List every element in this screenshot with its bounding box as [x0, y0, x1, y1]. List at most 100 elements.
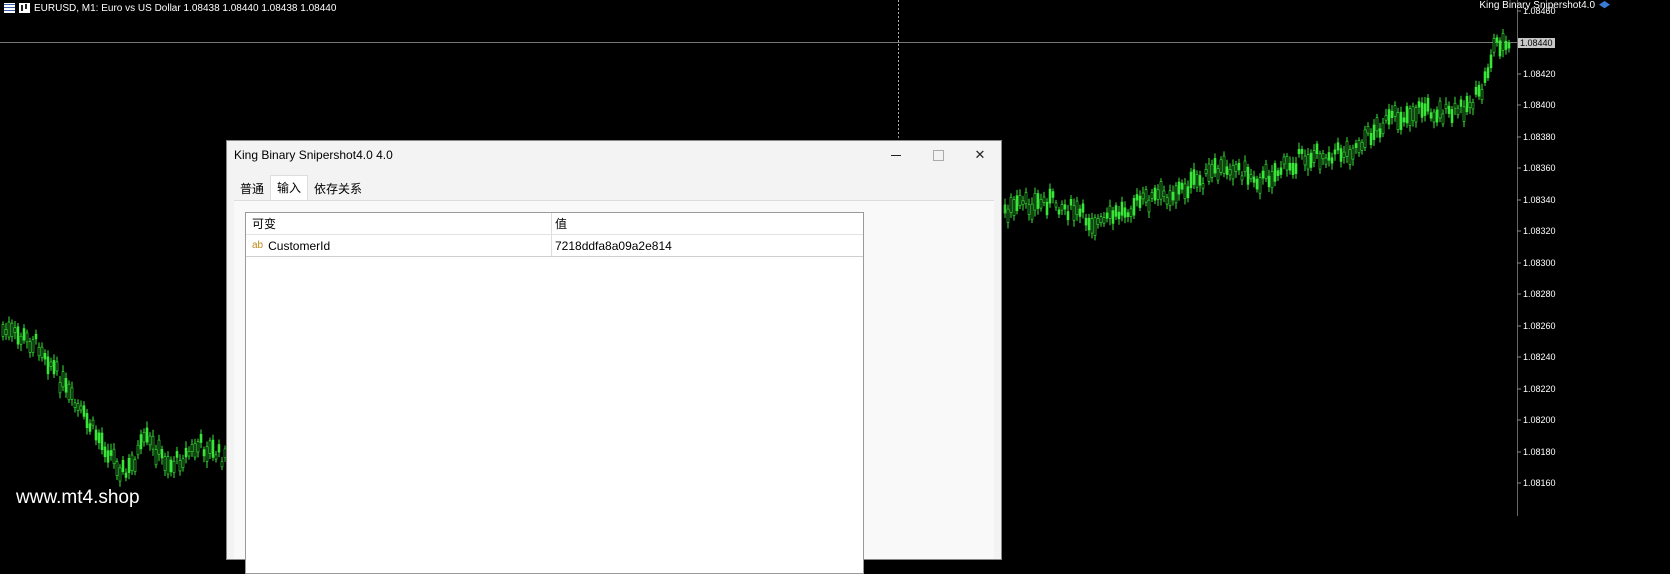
candle-body — [157, 439, 161, 455]
ea-name: King Binary Snipershot4.0 — [1479, 0, 1595, 11]
candle-body — [1102, 217, 1106, 224]
candle-body — [1189, 171, 1193, 189]
tab-common[interactable]: 普通 — [234, 178, 270, 200]
candle-body — [1270, 171, 1274, 189]
candle-body — [1084, 217, 1088, 226]
header-value[interactable]: 值 — [552, 213, 863, 234]
price-label: 1.08200 — [1523, 415, 1556, 425]
tab-inputs[interactable]: 输入 — [270, 175, 309, 200]
string-type-icon: ab — [252, 240, 264, 251]
tab-dependencies[interactable]: 依存关系 — [308, 178, 368, 200]
candle-body — [67, 383, 71, 401]
candle-body — [1192, 169, 1196, 185]
candle-body — [1099, 216, 1103, 224]
candle-body — [22, 328, 26, 341]
candle-body — [1024, 192, 1028, 204]
candle-body — [1471, 102, 1475, 110]
candle-body — [1096, 218, 1100, 225]
candle-body — [82, 405, 86, 417]
candle-body — [1114, 205, 1118, 217]
candle-body — [118, 467, 122, 482]
candle-body — [1036, 193, 1040, 209]
chart-menu-icon[interactable] — [4, 3, 15, 13]
candle-body — [1144, 189, 1148, 203]
close-button[interactable]: ✕ — [959, 141, 1001, 169]
chart-header: EURUSD, M1: Euro vs US Dollar 1.08438 1.… — [4, 1, 336, 15]
candle-body — [1486, 67, 1490, 79]
candle-body — [1414, 107, 1418, 123]
candle-body — [1300, 149, 1304, 154]
tab-panel: 可变 值 ab CustomerId 7218ddfa8a09a2e814 — [234, 200, 994, 574]
candle-body — [1462, 106, 1466, 122]
candle-body — [1459, 99, 1463, 107]
candle-body — [1003, 204, 1007, 214]
candle-body — [1294, 163, 1298, 174]
candle-body — [94, 429, 98, 441]
candle-body — [136, 444, 140, 456]
candle-body — [1291, 162, 1295, 175]
watermark: www.mt4.shop — [16, 487, 140, 508]
candle-body — [1195, 174, 1199, 188]
price-label: 1.08220 — [1523, 384, 1556, 394]
candle-body — [100, 432, 104, 451]
candle-body — [28, 341, 32, 353]
candle-body — [1285, 155, 1289, 171]
expert-advisor-label[interactable]: King Binary Snipershot4.0 — [1479, 0, 1610, 11]
dialog-title: King Binary Snipershot4.0 4.0 — [234, 148, 393, 162]
candle-body — [1204, 169, 1208, 174]
candle-body — [1411, 106, 1415, 122]
candle-body — [1198, 175, 1202, 186]
price-label: 1.08340 — [1523, 195, 1556, 205]
price-label: 1.08380 — [1523, 132, 1556, 142]
candle-body — [1405, 106, 1409, 124]
candle-body — [1120, 201, 1124, 216]
candle-body — [1153, 187, 1157, 201]
candle-body — [1492, 38, 1496, 53]
candle-body — [1087, 217, 1091, 231]
candle-body — [1210, 164, 1214, 178]
chart-type-icon[interactable] — [19, 3, 30, 13]
candle-body — [1507, 42, 1511, 49]
value-cell[interactable]: 7218ddfa8a09a2e814 — [552, 235, 863, 256]
candle-body — [1339, 148, 1343, 162]
candle-body — [202, 449, 206, 457]
candle-body — [187, 450, 191, 457]
dialog-titlebar[interactable]: King Binary Snipershot4.0 4.0 ✕ — [227, 141, 1001, 169]
ea-properties-dialog: King Binary Snipershot4.0 4.0 ✕ 普通 输入 依存… — [226, 140, 1002, 574]
candle-body — [220, 461, 224, 468]
candle-body — [112, 448, 116, 465]
variable-name: CustomerId — [268, 238, 331, 253]
candle-body — [1360, 142, 1364, 151]
candle-body — [1252, 176, 1256, 183]
table-row[interactable]: ab CustomerId 7218ddfa8a09a2e814 — [246, 235, 863, 257]
candle-body — [1345, 140, 1349, 157]
candle-body — [52, 360, 56, 375]
candle-body — [1333, 149, 1337, 155]
minimize-button[interactable] — [875, 141, 917, 169]
candle-body — [1027, 204, 1031, 215]
variable-cell: ab CustomerId — [246, 235, 552, 256]
candle-body — [1474, 86, 1478, 95]
candle-body — [1228, 169, 1232, 176]
candle-body — [1261, 170, 1265, 179]
candle-body — [70, 387, 74, 400]
price-label: 1.08240 — [1523, 352, 1556, 362]
candle-body — [1066, 211, 1070, 221]
candle-body — [13, 327, 17, 333]
candle-body — [121, 460, 125, 472]
candle-body — [154, 449, 158, 466]
maximize-button[interactable] — [917, 141, 959, 169]
header-variable[interactable]: 可变 — [246, 213, 552, 234]
candle-body — [1243, 160, 1247, 173]
candle-body — [1453, 102, 1457, 109]
candle-body — [1012, 199, 1016, 216]
candle-body — [1147, 199, 1151, 213]
candle-body — [1117, 211, 1121, 220]
candle-body — [1219, 159, 1223, 173]
candle-body — [1372, 124, 1376, 140]
candle-body — [76, 403, 80, 411]
candle-body — [214, 454, 218, 460]
candle-body — [43, 352, 47, 360]
candle-body — [217, 444, 221, 453]
candle-body — [1342, 151, 1346, 158]
